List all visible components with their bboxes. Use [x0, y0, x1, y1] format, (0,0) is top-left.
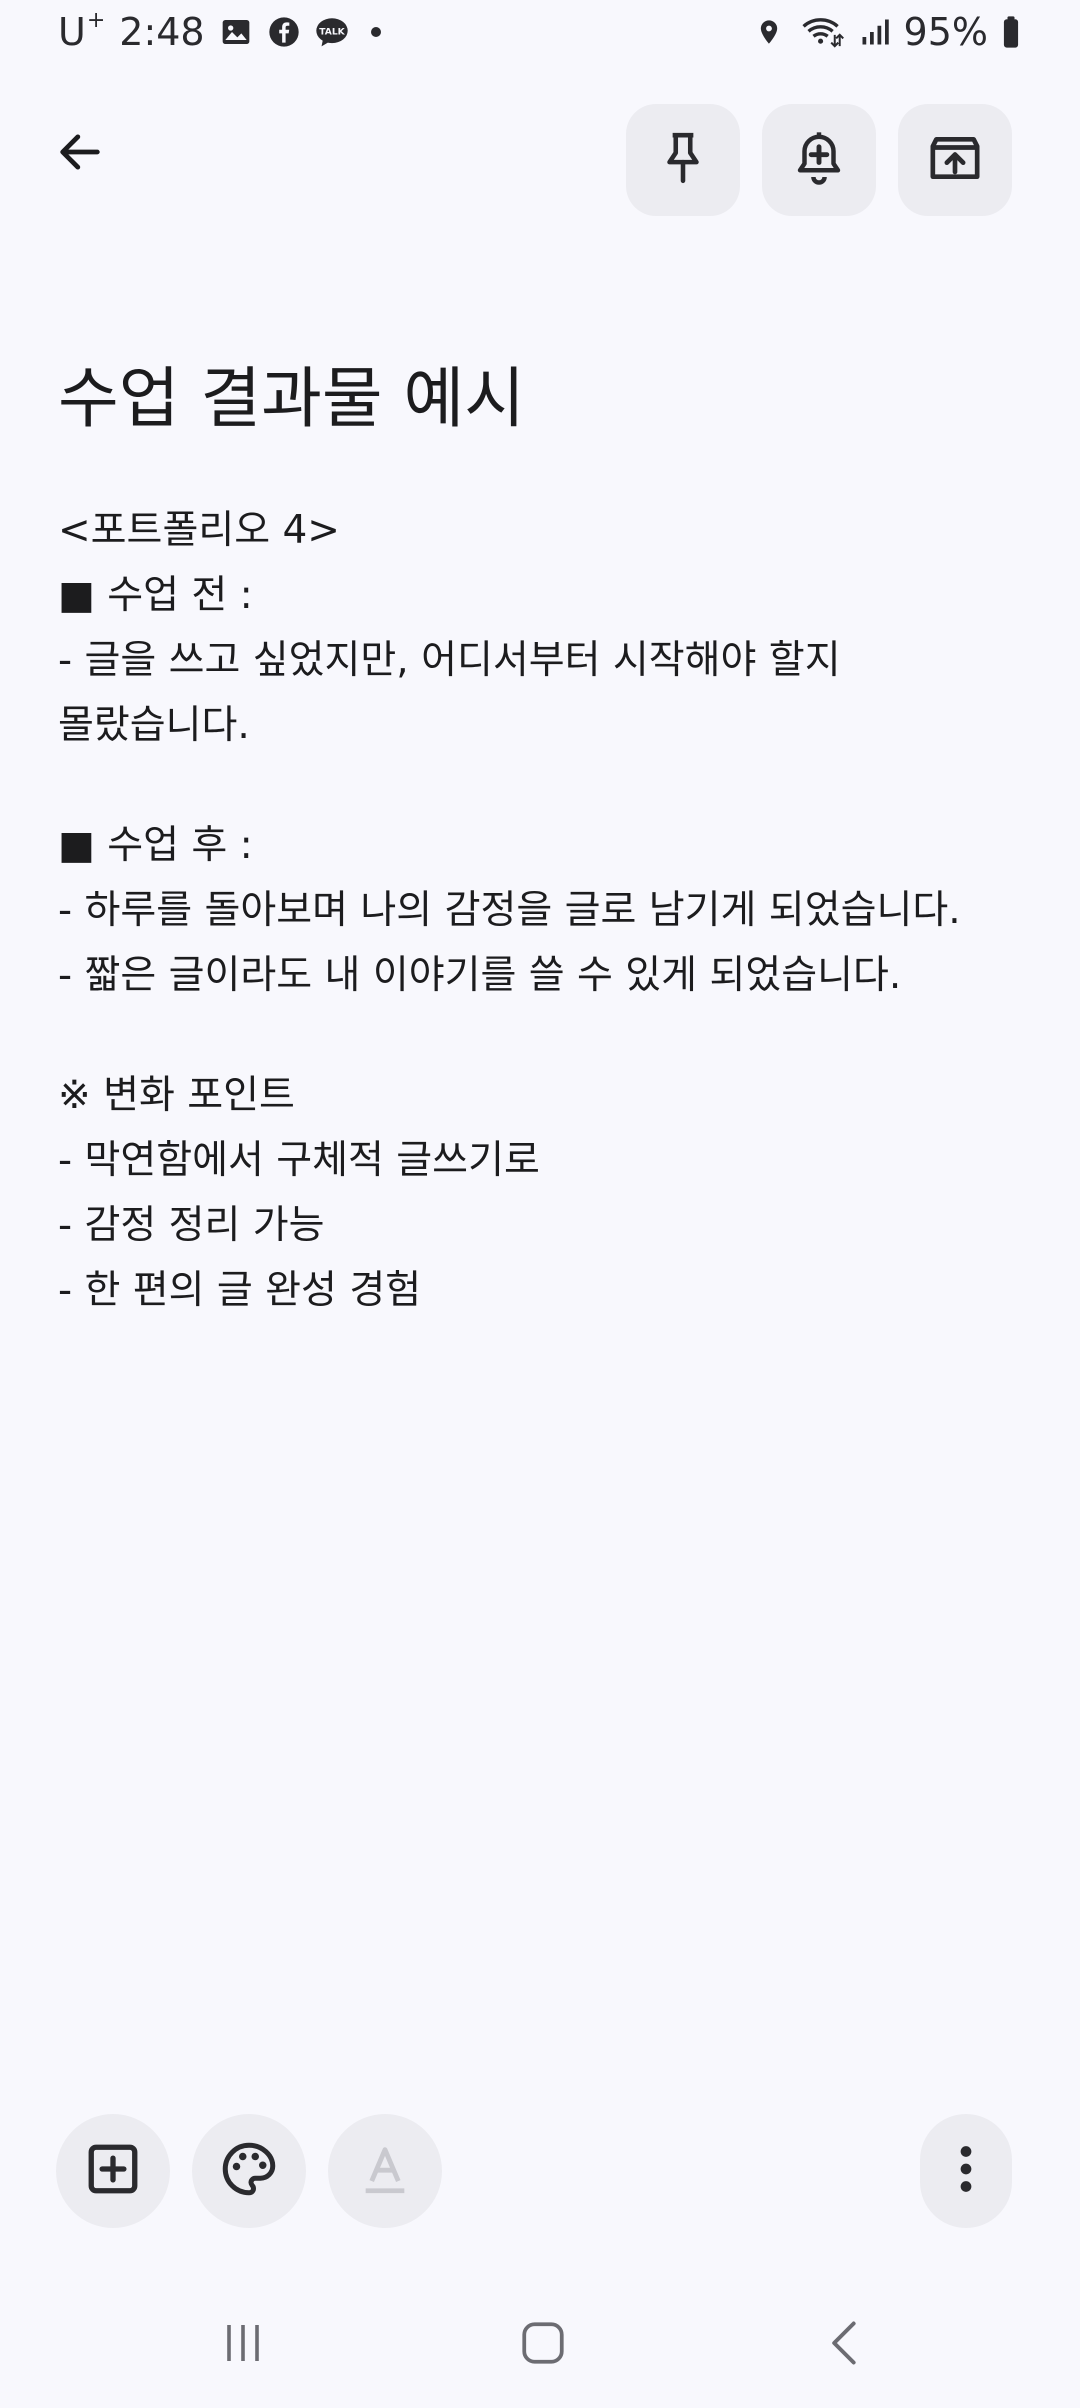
palette-icon	[219, 2139, 279, 2203]
status-right: 95%	[752, 10, 1022, 54]
battery-icon	[1000, 15, 1022, 49]
reminder-icon	[792, 129, 846, 191]
more-vert-icon	[956, 2141, 976, 2201]
status-bar: U + 2:48 TALK 95%	[0, 0, 1080, 72]
note-title[interactable]: 수업 결과물 예시	[58, 345, 525, 441]
wifi-icon	[798, 15, 846, 49]
back-icon	[822, 2317, 868, 2373]
status-time: 2:48	[119, 10, 205, 54]
carrier-label: U +	[58, 8, 106, 55]
note-line: ■ 수업 후 :	[58, 823, 253, 868]
text-format-button[interactable]	[328, 2114, 442, 2228]
note-line: - 글을 쓰고 싶었지만, 어디서부터 시작해야 할지	[58, 638, 841, 683]
battery-percent: 95%	[903, 10, 988, 54]
facebook-icon	[267, 15, 301, 49]
archive-button[interactable]	[898, 104, 1012, 216]
note-body[interactable]: <포트폴리오 4> ■ 수업 전 : - 글을 쓰고 싶었지만, 어디서부터 시작해…	[58, 498, 1048, 1323]
color-palette-button[interactable]	[192, 2114, 306, 2228]
note-line: ■ 수업 전 :	[58, 573, 253, 618]
kakaotalk-icon: TALK	[315, 15, 349, 49]
note-line	[58, 1008, 1048, 1063]
note-line	[58, 758, 1048, 813]
note-line: 몰랐습니다.	[58, 703, 250, 748]
pin-button[interactable]	[626, 104, 740, 216]
recent-apps-icon	[219, 2319, 267, 2371]
back-arrow-icon	[54, 126, 106, 182]
note-line: <포트폴리오 4>	[58, 508, 340, 553]
note-line: - 막연함에서 구체적 글쓰기로	[58, 1138, 540, 1183]
more-options-button[interactable]	[920, 2114, 1012, 2228]
status-left: U + 2:48 TALK	[58, 10, 381, 54]
nav-back-button[interactable]	[800, 2310, 890, 2380]
note-line: - 한 편의 글 완성 경험	[58, 1268, 422, 1313]
home-icon	[518, 2318, 568, 2372]
location-icon	[752, 15, 786, 49]
add-content-button[interactable]	[56, 2114, 170, 2228]
svg-text:TALK: TALK	[319, 28, 345, 38]
recent-apps-button[interactable]	[198, 2310, 288, 2380]
more-notifications-dot	[370, 27, 381, 37]
signal-icon	[858, 15, 892, 49]
archive-icon	[927, 130, 983, 190]
gallery-icon	[219, 15, 253, 49]
note-line: - 짧은 글이라도 내 이야기를 쓸 수 있게 되었습니다.	[58, 953, 902, 998]
note-line: ※ 변화 포인트	[58, 1073, 295, 1118]
text-format-icon	[356, 2140, 414, 2202]
pin-icon	[658, 129, 708, 191]
reminder-button[interactable]	[762, 104, 876, 216]
note-line: - 하루를 돌아보며 나의 감정을 글로 남기게 되었습니다.	[58, 888, 961, 933]
note-line: - 감정 정리 가능	[58, 1203, 325, 1248]
add-box-icon	[84, 2140, 142, 2202]
home-button[interactable]	[498, 2310, 588, 2380]
back-button[interactable]	[44, 118, 116, 190]
